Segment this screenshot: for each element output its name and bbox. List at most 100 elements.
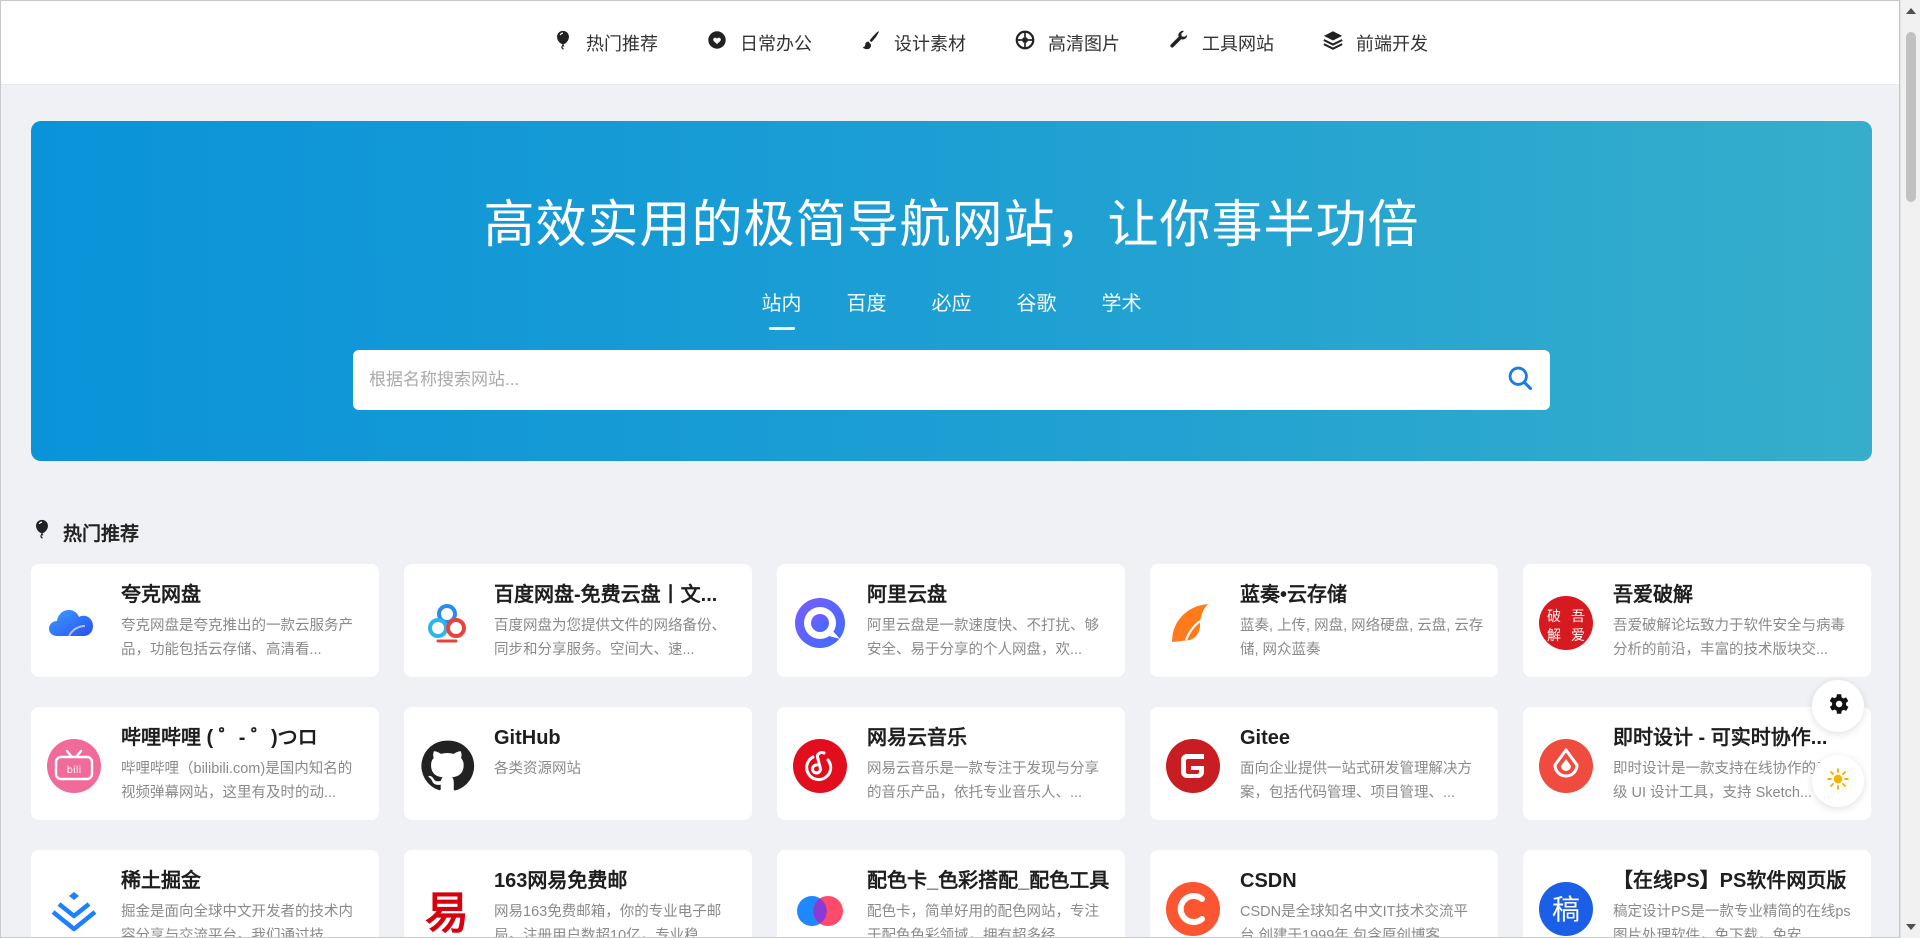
site-desc: 各类资源网站 bbox=[494, 761, 581, 777]
aliyun-drive-icon bbox=[791, 594, 849, 652]
site-name: 【在线PS】PS软件网页版 bbox=[1613, 870, 1847, 892]
site-desc: 面向企业提供一站式研发管理解决方案，包括代码管理、项目管理、... bbox=[1240, 761, 1472, 801]
site-name: 吾爱破解 bbox=[1613, 584, 1693, 606]
page-scrollbar[interactable] bbox=[1900, 0, 1920, 938]
site-desc: 阿里云盘是一款速度快、不打扰、够安全、易于分享的个人网盘，欢... bbox=[867, 618, 1099, 658]
search-input[interactable] bbox=[369, 370, 1506, 390]
site-desc: 吾爱破解论坛致力于软件安全与病毒分析的前沿，丰富的技术版块交... bbox=[1613, 618, 1845, 658]
site-desc: 蓝奏, 上传, 网盘, 网络硬盘, 云盘, 云存储, 网众蓝奏 bbox=[1240, 618, 1484, 658]
tab-google[interactable]: 谷歌 bbox=[994, 287, 1079, 330]
site-card[interactable]: CSDN CSDN是全球知名中文IT技术交流平台,创建于1999年,包含原创博客… bbox=[1150, 850, 1498, 938]
site-name: 阿里云盘 bbox=[867, 584, 947, 606]
svg-text:稿: 稿 bbox=[1552, 893, 1580, 926]
top-navigation: 热门推荐 日常办公 设计素材 高清图片 工具网站 前端开发 bbox=[1, 1, 1899, 85]
svg-text:bili: bili bbox=[67, 765, 82, 776]
site-name: 哔哩哔哩 ( ゜- ゜)つロ bbox=[121, 727, 318, 749]
site-name: 163网易免费邮 bbox=[494, 870, 628, 892]
site-card[interactable]: 易 163网易免费邮 网易163免费邮箱，你的专业电子邮局。注册用户数超10亿，… bbox=[404, 850, 752, 938]
site-card[interactable]: Gitee 面向企业提供一站式研发管理解决方案，包括代码管理、项目管理、... bbox=[1150, 707, 1498, 820]
site-card[interactable]: 阿里云盘 阿里云盘是一款速度快、不打扰、够安全、易于分享的个人网盘，欢... bbox=[777, 564, 1125, 677]
52pojie-seal-icon: 破吾解爱 bbox=[1537, 594, 1595, 652]
site-card[interactable]: 配色卡_色彩搭配_配色工具 配色卡，简单好用的配色网站，专注于配色色彩领域，拥有… bbox=[777, 850, 1125, 938]
tab-scholar[interactable]: 学术 bbox=[1079, 287, 1164, 330]
settings-button[interactable] bbox=[1812, 680, 1864, 732]
lanzou-icon bbox=[1164, 594, 1222, 652]
site-card[interactable]: 破吾解爱 吾爱破解 吾爱破解论坛致力于软件安全与病毒分析的前沿，丰富的技术版块交… bbox=[1523, 564, 1871, 677]
site-card[interactable]: 网易云音乐 网易云音乐是一款专注于发现与分享的音乐产品，依托专业音乐人、... bbox=[777, 707, 1125, 820]
nav-label: 前端开发 bbox=[1356, 33, 1428, 54]
nav-item-design[interactable]: 设计素材 bbox=[860, 29, 966, 56]
scrollbar-thumb[interactable] bbox=[1906, 32, 1916, 202]
hero-banner: 高效实用的极简导航网站，让你事半功倍 站内 百度 必应 谷歌 学术 bbox=[31, 121, 1872, 461]
site-name: 稀土掘金 bbox=[121, 870, 201, 892]
nav-item-office[interactable]: 日常办公 bbox=[706, 29, 812, 56]
svg-text:吾: 吾 bbox=[1571, 609, 1585, 625]
site-name: 夸克网盘 bbox=[121, 584, 201, 606]
site-name: CSDN bbox=[1240, 870, 1297, 892]
github-icon bbox=[418, 737, 476, 795]
heart-shield-icon bbox=[706, 29, 728, 56]
site-desc: 网易163免费邮箱，你的专业电子邮局。注册用户数超10亿，专业稳... bbox=[494, 904, 722, 938]
gaoding-icon: 稿 bbox=[1537, 880, 1595, 937]
site-name: 网易云音乐 bbox=[867, 727, 967, 749]
quark-cloud-icon bbox=[45, 594, 103, 652]
nav-item-images[interactable]: 高清图片 bbox=[1014, 29, 1120, 56]
juejin-icon bbox=[45, 880, 103, 937]
site-card[interactable]: 稿 【在线PS】PS软件网页版 稿定设计PS是一款专业精简的在线ps图片处理软件… bbox=[1523, 850, 1871, 938]
site-card[interactable]: 稀土掘金 掘金是面向全球中文开发者的技术内容分享与交流平台。我们通过技... bbox=[31, 850, 379, 938]
site-desc: 哔哩哔哩（bilibili.com)是国内知名的视频弹幕网站，这里有及时的动..… bbox=[121, 761, 353, 801]
tab-site[interactable]: 站内 bbox=[739, 287, 824, 330]
nav-label: 设计素材 bbox=[894, 33, 966, 54]
gear-icon bbox=[1825, 691, 1851, 722]
balloon-icon bbox=[31, 518, 53, 546]
svg-text:破: 破 bbox=[1547, 609, 1561, 625]
csdn-icon bbox=[1164, 880, 1222, 937]
nav-item-tools[interactable]: 工具网站 bbox=[1168, 29, 1274, 56]
section-title: 热门推荐 bbox=[31, 518, 139, 546]
tab-bing[interactable]: 必应 bbox=[909, 287, 994, 330]
wrench-icon bbox=[1168, 29, 1190, 56]
tab-baidu[interactable]: 百度 bbox=[824, 287, 909, 330]
nav-item-hot[interactable]: 热门推荐 bbox=[552, 29, 658, 56]
peise-icon bbox=[791, 880, 849, 937]
scroll-up-icon[interactable] bbox=[1906, 8, 1916, 14]
search-engine-tabs: 站内 百度 必应 谷歌 学术 bbox=[31, 287, 1872, 330]
site-desc: 稿定设计PS是一款专业精简的在线ps图片处理软件，免下载，免安... bbox=[1613, 904, 1851, 938]
site-name: 配色卡_色彩搭配_配色工具 bbox=[867, 870, 1110, 892]
svg-text:爱: 爱 bbox=[1571, 628, 1585, 644]
site-desc: 配色卡，简单好用的配色网站，专注于配色色彩领域，拥有超多经... bbox=[867, 904, 1099, 938]
site-desc: 网易云音乐是一款专注于发现与分享的音乐产品，依托专业音乐人、... bbox=[867, 761, 1099, 801]
browser-viewport: 热门推荐 日常办公 设计素材 高清图片 工具网站 前端开发 高效实用的极简导航网… bbox=[0, 0, 1900, 938]
nav-item-frontend[interactable]: 前端开发 bbox=[1322, 29, 1428, 56]
site-desc: CSDN是全球知名中文IT技术交流平台,创建于1999年,包含原创博客... bbox=[1240, 904, 1468, 938]
jsdesign-icon bbox=[1537, 737, 1595, 795]
site-name: 即时设计 - 可实时协作... bbox=[1613, 727, 1828, 749]
section-title-label: 热门推荐 bbox=[63, 523, 140, 545]
bilibili-icon: bili bbox=[45, 737, 103, 795]
site-card[interactable]: 百度网盘-免费云盘丨文... 百度网盘为您提供文件的网络备份、同步和分享服务。空… bbox=[404, 564, 752, 677]
nav-label: 日常办公 bbox=[740, 33, 812, 54]
balloon-icon bbox=[552, 29, 574, 56]
layers-icon bbox=[1322, 29, 1344, 56]
scroll-down-icon[interactable] bbox=[1906, 924, 1916, 930]
theme-toggle-button[interactable] bbox=[1812, 755, 1864, 807]
site-name: GitHub bbox=[494, 727, 561, 749]
site-desc: 掘金是面向全球中文开发者的技术内容分享与交流平台。我们通过技... bbox=[121, 904, 353, 938]
nav-label: 高清图片 bbox=[1048, 33, 1120, 54]
site-card[interactable]: 蓝奏•云存储 蓝奏, 上传, 网盘, 网络硬盘, 云盘, 云存储, 网众蓝奏 bbox=[1150, 564, 1498, 677]
netease-music-icon bbox=[791, 737, 849, 795]
aperture-icon bbox=[1014, 29, 1036, 56]
search-icon[interactable] bbox=[1506, 364, 1534, 397]
hero-title: 高效实用的极简导航网站，让你事半功倍 bbox=[483, 196, 1420, 253]
netease-mail-icon: 易 bbox=[418, 880, 476, 938]
site-card[interactable]: GitHub 各类资源网站 bbox=[404, 707, 752, 820]
baidu-netdisk-icon bbox=[418, 594, 476, 652]
svg-text:易: 易 bbox=[425, 888, 469, 938]
site-card[interactable]: 夸克网盘 夸克网盘是夸克推出的一款云服务产品，功能包括云存储、高清看... bbox=[31, 564, 379, 677]
search-box bbox=[353, 350, 1550, 410]
svg-text:解: 解 bbox=[1547, 628, 1561, 644]
site-desc: 百度网盘为您提供文件的网络备份、同步和分享服务。空间大、速... bbox=[494, 618, 726, 658]
site-card[interactable]: bili 哔哩哔哩 ( ゜- ゜)つロ 哔哩哔哩（bilibili.com)是国… bbox=[31, 707, 379, 820]
nav-label: 工具网站 bbox=[1202, 33, 1274, 54]
site-name: Gitee bbox=[1240, 727, 1291, 749]
